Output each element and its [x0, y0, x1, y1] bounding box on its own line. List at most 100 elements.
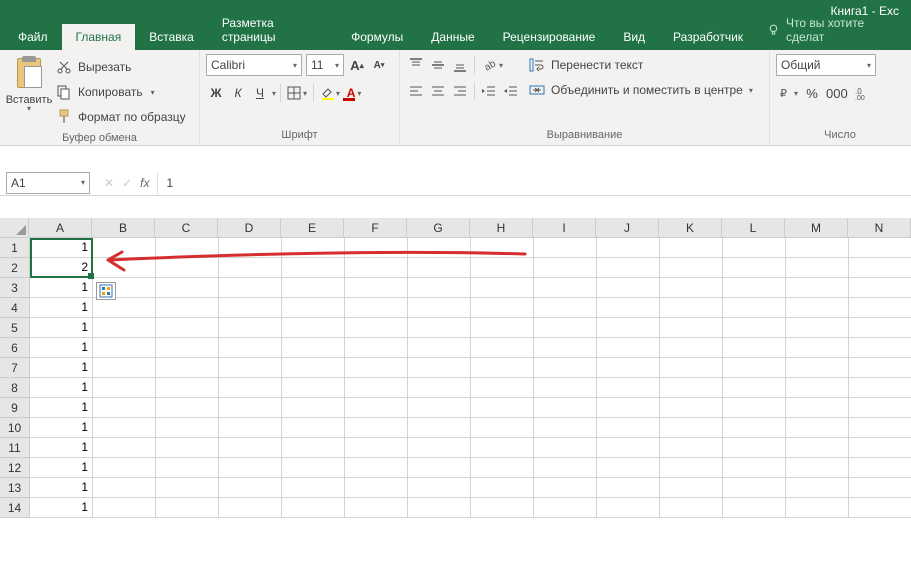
align-bottom-button[interactable] — [450, 54, 470, 76]
cell[interactable]: 1 — [30, 398, 93, 418]
cell[interactable] — [471, 438, 534, 458]
cell[interactable]: 1 — [30, 438, 93, 458]
number-format-combo[interactable]: Общий ▾ — [776, 54, 876, 76]
underline-button[interactable]: Ч — [250, 82, 270, 104]
align-left-button[interactable] — [406, 80, 426, 102]
cell[interactable] — [408, 398, 471, 418]
cell[interactable] — [534, 478, 597, 498]
cell[interactable]: 1 — [30, 378, 93, 398]
cell[interactable] — [219, 278, 282, 298]
cell[interactable] — [723, 338, 786, 358]
cell[interactable] — [660, 278, 723, 298]
decrease-indent-button[interactable] — [479, 80, 499, 102]
accounting-format-button[interactable]: ₽▾ — [776, 82, 800, 104]
cell[interactable] — [408, 338, 471, 358]
formula-input[interactable]: 1 — [157, 172, 911, 194]
cell[interactable] — [534, 258, 597, 278]
cell[interactable] — [597, 418, 660, 438]
cell[interactable] — [408, 278, 471, 298]
cell[interactable] — [345, 358, 408, 378]
cell[interactable] — [534, 498, 597, 518]
cell[interactable] — [156, 338, 219, 358]
cancel-formula-icon[interactable]: ✕ — [104, 176, 114, 190]
orientation-button[interactable]: ab▾ — [479, 54, 505, 76]
cell[interactable] — [849, 318, 911, 338]
cell[interactable] — [156, 378, 219, 398]
cell[interactable] — [849, 418, 911, 438]
cell[interactable] — [93, 238, 156, 258]
borders-button[interactable]: ▾ — [285, 82, 309, 104]
cell[interactable] — [219, 238, 282, 258]
cell[interactable] — [93, 418, 156, 438]
wrap-text-button[interactable]: Перенести текст — [529, 54, 753, 76]
tell-me[interactable]: Что вы хотите сделат — [757, 10, 907, 50]
cell[interactable] — [282, 478, 345, 498]
percent-button[interactable]: % — [802, 82, 822, 104]
column-header[interactable]: A — [29, 218, 92, 237]
row-header[interactable]: 12 — [0, 458, 30, 478]
decrease-font-button[interactable]: A▾ — [370, 56, 388, 74]
column-header[interactable]: I — [533, 218, 596, 237]
cell[interactable] — [219, 458, 282, 478]
cell[interactable] — [660, 478, 723, 498]
cell[interactable]: 1 — [30, 338, 93, 358]
row-header[interactable]: 5 — [0, 318, 30, 338]
cell[interactable] — [219, 418, 282, 438]
cell[interactable]: 1 — [30, 278, 93, 298]
cell[interactable] — [723, 438, 786, 458]
cell[interactable] — [93, 358, 156, 378]
column-header[interactable]: H — [470, 218, 533, 237]
cell[interactable] — [849, 358, 911, 378]
font-name-combo[interactable]: Calibri ▾ — [206, 54, 302, 76]
cell[interactable] — [408, 238, 471, 258]
cell[interactable] — [282, 298, 345, 318]
cell[interactable] — [660, 498, 723, 518]
cell[interactable] — [849, 398, 911, 418]
cell[interactable]: 1 — [30, 418, 93, 438]
cell[interactable] — [156, 278, 219, 298]
cell[interactable] — [723, 318, 786, 338]
cell[interactable] — [597, 238, 660, 258]
cell[interactable] — [408, 358, 471, 378]
cell[interactable] — [408, 378, 471, 398]
cell[interactable]: 1 — [30, 358, 93, 378]
bold-button[interactable]: Ж — [206, 82, 226, 104]
tab-file[interactable]: Файл — [4, 24, 62, 50]
cell[interactable] — [534, 278, 597, 298]
cell[interactable] — [219, 498, 282, 518]
cell[interactable] — [282, 418, 345, 438]
cell[interactable] — [849, 458, 911, 478]
cell[interactable] — [849, 238, 911, 258]
cell[interactable]: 1 — [30, 458, 93, 478]
cell[interactable] — [471, 458, 534, 478]
cell[interactable] — [219, 438, 282, 458]
cell[interactable] — [471, 278, 534, 298]
cell[interactable] — [93, 258, 156, 278]
cell[interactable] — [156, 498, 219, 518]
row-header[interactable]: 7 — [0, 358, 30, 378]
cell[interactable] — [408, 458, 471, 478]
cell[interactable]: 1 — [30, 318, 93, 338]
cell[interactable] — [471, 338, 534, 358]
tab-data[interactable]: Данные — [417, 24, 488, 50]
cell[interactable] — [156, 458, 219, 478]
autofill-options-button[interactable] — [96, 282, 116, 300]
cell[interactable] — [597, 278, 660, 298]
align-middle-button[interactable] — [428, 54, 448, 76]
cell[interactable] — [597, 358, 660, 378]
italic-button[interactable]: К — [228, 82, 248, 104]
tab-page-layout[interactable]: Разметка страницы — [208, 10, 337, 50]
cell[interactable] — [282, 338, 345, 358]
cell[interactable] — [345, 418, 408, 438]
cell[interactable] — [282, 398, 345, 418]
cell[interactable] — [849, 298, 911, 318]
cell[interactable] — [282, 258, 345, 278]
cell[interactable] — [534, 438, 597, 458]
cell[interactable] — [534, 238, 597, 258]
cell[interactable] — [471, 238, 534, 258]
cell[interactable] — [156, 258, 219, 278]
cell[interactable] — [849, 338, 911, 358]
cell[interactable] — [534, 358, 597, 378]
cell[interactable] — [345, 238, 408, 258]
cell[interactable] — [534, 338, 597, 358]
